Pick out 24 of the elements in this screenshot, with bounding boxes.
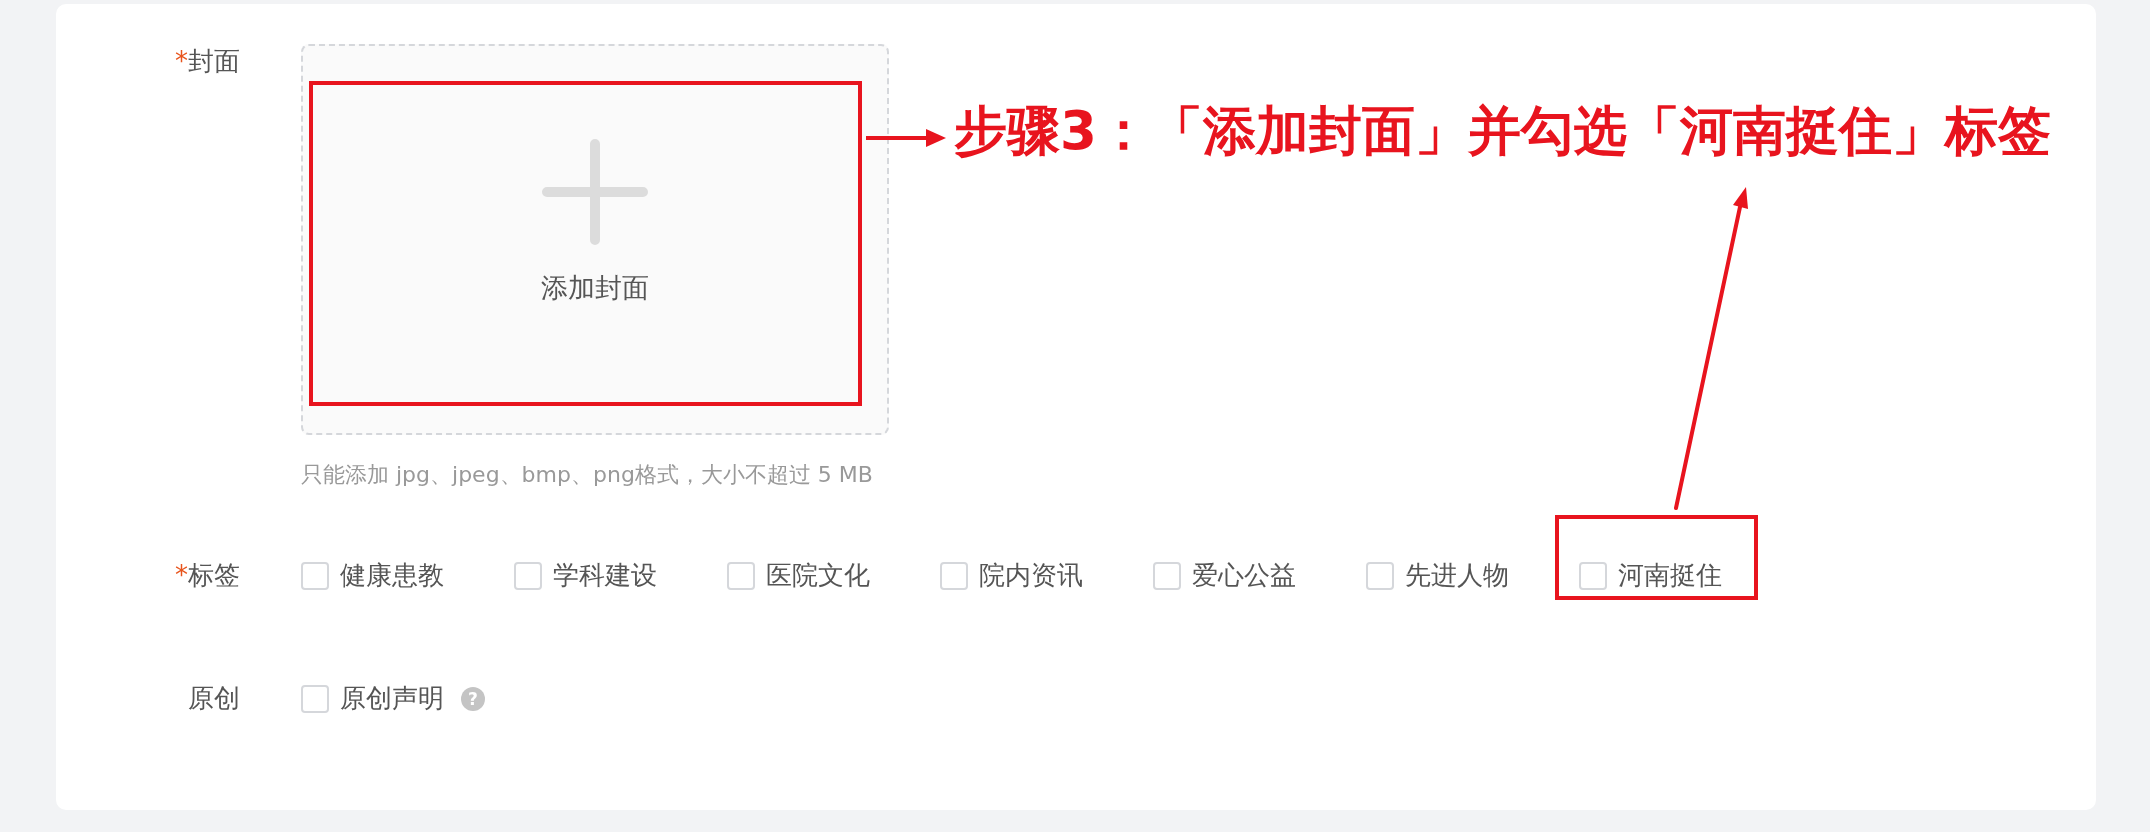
annotation-text: 步骤3：「添加封面」并勾选「河南挺住」标签	[954, 99, 2051, 163]
checkbox[interactable]	[727, 561, 755, 590]
field-label: *标签	[175, 559, 240, 592]
checkbox[interactable]	[1579, 561, 1607, 590]
upload-area[interactable]: 添加封面	[301, 44, 889, 435]
checkbox-label[interactable]: 爱心公益	[1192, 558, 1296, 593]
checkbox[interactable]	[514, 561, 542, 590]
checkbox-label[interactable]: 院内资讯	[979, 558, 1083, 593]
checkbox[interactable]	[1366, 561, 1394, 590]
plus-icon	[541, 138, 649, 246]
checkbox-label[interactable]: 先进人物	[1405, 558, 1509, 593]
checkbox[interactable]	[301, 561, 329, 590]
checkbox[interactable]	[1153, 561, 1181, 590]
hint-text: 只能添加 jpg、jpeg、bmp、png格式，大小不超过 5 MB	[301, 461, 874, 489]
checkbox-label[interactable]: 原创声明	[340, 681, 444, 716]
checkbox-label[interactable]: 医院文化	[766, 558, 870, 593]
upload-label: 添加封面	[541, 271, 649, 305]
checkbox-label[interactable]: 健康患教	[340, 558, 444, 593]
field-label: 原创	[188, 682, 240, 715]
checkbox[interactable]	[301, 684, 329, 713]
checkbox-label[interactable]: 河南挺住	[1618, 558, 1722, 593]
checkbox-label[interactable]: 学科建设	[553, 558, 657, 593]
field-label: *封面	[175, 45, 240, 78]
checkbox[interactable]	[940, 561, 968, 590]
